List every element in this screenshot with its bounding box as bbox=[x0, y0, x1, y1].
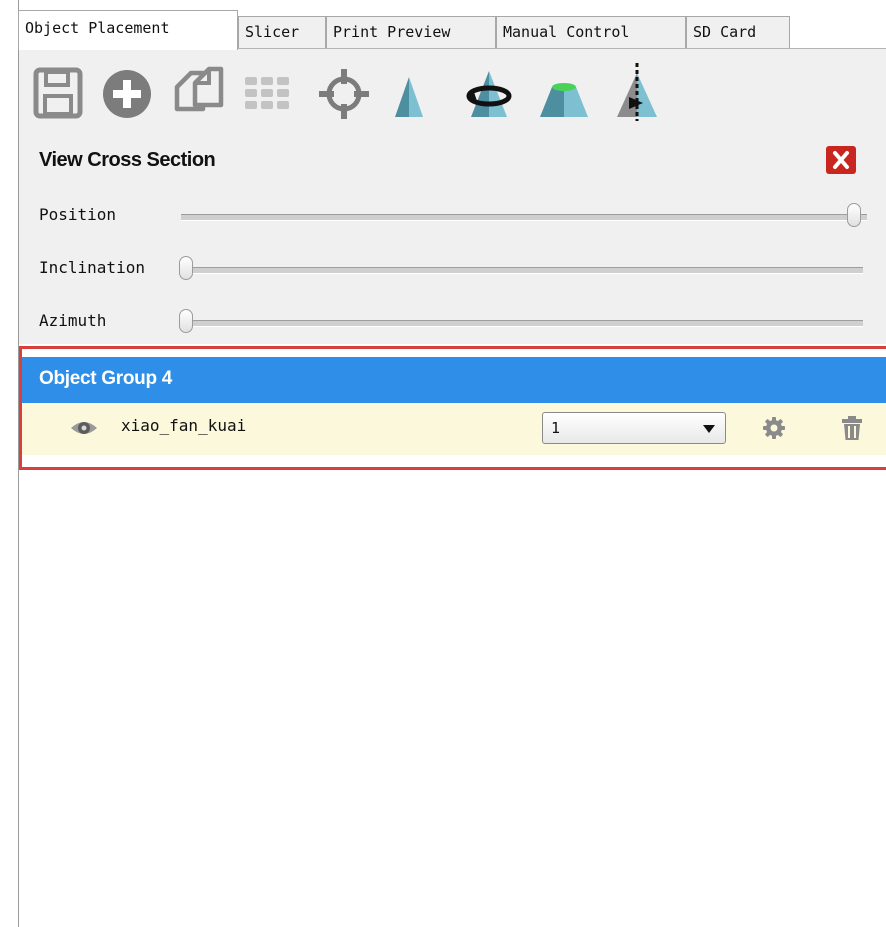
inclination-slider-track[interactable] bbox=[181, 267, 863, 274]
eye-icon[interactable] bbox=[70, 417, 98, 439]
tab-sd-card[interactable]: SD Card bbox=[686, 16, 790, 48]
object-group-title: Object Group 4 bbox=[39, 368, 173, 389]
toolbar bbox=[31, 63, 711, 123]
inclination-slider-thumb[interactable] bbox=[179, 256, 193, 280]
grid-arrange-icon[interactable] bbox=[241, 63, 297, 123]
azimuth-slider-thumb[interactable] bbox=[179, 309, 193, 333]
inclination-label: Inclination bbox=[39, 258, 145, 277]
inclination-slider-row: Inclination bbox=[39, 254, 869, 284]
trash-icon[interactable] bbox=[842, 415, 862, 441]
center-icon[interactable] bbox=[316, 63, 372, 123]
tab-slicer[interactable]: Slicer bbox=[238, 16, 326, 48]
rotate-icon[interactable] bbox=[461, 63, 517, 123]
scale-icon[interactable] bbox=[381, 63, 437, 123]
position-label: Position bbox=[39, 205, 117, 224]
close-icon[interactable] bbox=[826, 146, 856, 174]
controls-area: View Cross Section Position Inclination bbox=[19, 49, 886, 344]
azimuth-slider-row: Azimuth bbox=[39, 307, 869, 337]
object-row[interactable]: xiao_fan_kuai 1 bbox=[22, 403, 886, 455]
position-slider-row: Position bbox=[39, 201, 869, 231]
object-group-header[interactable]: Object Group 4 bbox=[22, 357, 886, 403]
extruder-select[interactable]: 1 bbox=[542, 412, 726, 444]
object-name: xiao_fan_kuai bbox=[121, 416, 247, 435]
chevron-down-icon bbox=[703, 425, 715, 433]
copy-icon[interactable] bbox=[171, 63, 227, 123]
app-window: Object Placement Slicer Print Preview Ma… bbox=[0, 0, 886, 927]
tab-bar: Object Placement Slicer Print Preview Ma… bbox=[18, 10, 886, 50]
save-icon[interactable] bbox=[31, 63, 87, 123]
azimuth-slider-track[interactable] bbox=[181, 320, 863, 327]
gear-icon[interactable] bbox=[762, 416, 786, 440]
add-icon[interactable] bbox=[101, 63, 157, 123]
position-slider-track[interactable] bbox=[181, 214, 867, 221]
azimuth-label: Azimuth bbox=[39, 311, 107, 330]
cut-icon[interactable] bbox=[609, 63, 665, 123]
tab-print-preview[interactable]: Print Preview bbox=[326, 16, 496, 48]
cross-section-title: View Cross Section bbox=[39, 149, 216, 171]
object-placement-panel: View Cross Section Position Inclination bbox=[19, 49, 886, 927]
object-group-box: Object Group 4 xiao_fan_kuai 1 bbox=[19, 346, 886, 470]
tab-object-placement[interactable]: Object Placement bbox=[18, 10, 238, 50]
tab-manual-control[interactable]: Manual Control bbox=[496, 16, 686, 48]
lay-flat-icon[interactable] bbox=[536, 63, 592, 123]
position-slider-thumb[interactable] bbox=[847, 203, 861, 227]
extruder-value: 1 bbox=[551, 419, 561, 437]
